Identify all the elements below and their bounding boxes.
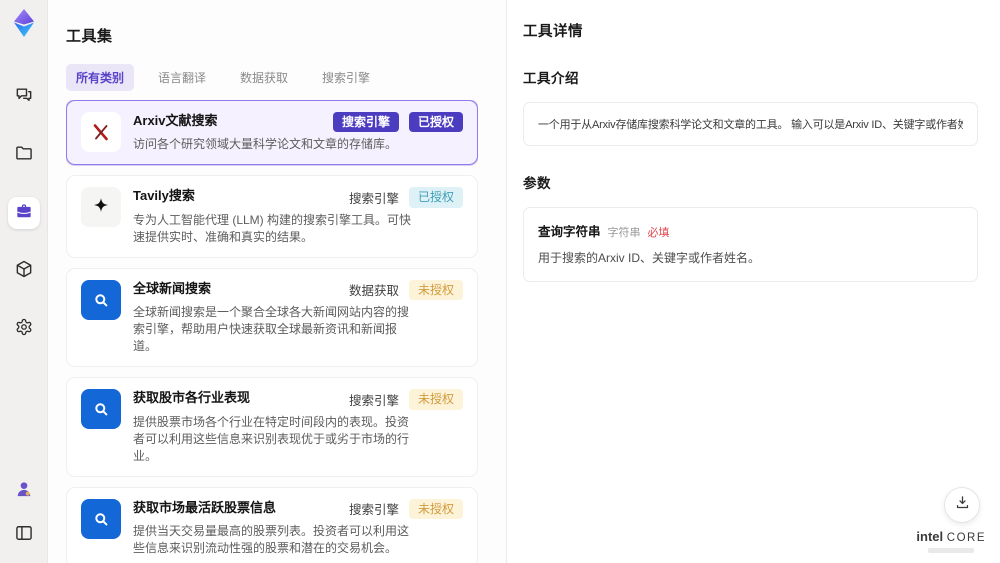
auth-status-badge: 未授权 xyxy=(408,498,463,519)
gear-icon xyxy=(14,317,34,342)
core-wordmark: CORE xyxy=(946,532,986,544)
folder-icon xyxy=(14,143,34,168)
intro-section-title: 工具介绍 xyxy=(523,71,579,86)
tool-detail-panel: 工具详情 工具介绍 一个用于从Arxiv存储库搜索科学论文和文章的工具。 输入可… xyxy=(506,0,1000,563)
intro-box: 一个用于从Arxiv存储库搜索科学论文和文章的工具。 输入可以是Arxiv ID… xyxy=(523,102,978,146)
sidebar-item-settings[interactable] xyxy=(8,313,40,345)
tab-all-categories[interactable]: 所有类别 xyxy=(66,64,135,91)
tool-category-label: 搜索引擎 xyxy=(348,192,399,207)
tool-card-tavily[interactable]: Tavily搜索 搜索引擎 已授权 专为人工智能代理 (LLM) 构建的搜索引擎… xyxy=(66,175,478,258)
sidebar-item-tools[interactable] xyxy=(7,197,40,229)
tool-name: Tavily搜索 xyxy=(133,188,195,204)
tool-name: 获取市场最活跃股票信息 xyxy=(133,499,277,515)
tab-data-acquisition[interactable]: 数据获取 xyxy=(230,64,298,91)
tool-description: 提供股票市场各个行业在特定时间段内的表现。投资者可以利用这些信息来识别表现优于或… xyxy=(133,414,410,463)
param-type: 字符串 xyxy=(607,227,641,239)
cube-icon xyxy=(14,259,34,284)
tool-category-label: 搜索引擎 xyxy=(348,503,399,518)
chat-icon xyxy=(14,85,34,110)
param-required-flag: 必填 xyxy=(647,227,670,239)
auth-status-badge: 未授权 xyxy=(408,389,463,410)
sparkle-icon xyxy=(81,187,121,228)
param-description: 用于搜索的Arxiv ID、关键字或作者姓名。 xyxy=(538,251,761,265)
tool-list: Arxiv文献搜索 搜索引擎 已授权 访问各个研究领域大量科学论文和文章的存储库… xyxy=(66,100,478,563)
tool-name: Arxiv文献搜索 xyxy=(133,113,218,128)
sidebar xyxy=(0,0,48,563)
user-avatar[interactable] xyxy=(8,475,40,507)
intro-text: 一个用于从Arxiv存储库搜索科学论文和文章的工具。 输入可以是Arxiv ID… xyxy=(538,119,963,131)
tab-search-engine[interactable]: 搜索引擎 xyxy=(312,64,380,91)
params-section-title: 参数 xyxy=(523,176,551,191)
app-window: 工具集 所有类别 语言翻译 数据获取 搜索引擎 Arxiv文献搜索 搜索引擎 已… xyxy=(0,0,1000,563)
parameter-item: 查询字符串 字符串 必填 用于搜索的Arxiv ID、关键字或作者姓名。 xyxy=(523,207,978,282)
collapse-sidebar-button[interactable] xyxy=(8,519,40,551)
auth-status-badge: 未授权 xyxy=(408,279,463,301)
stock-search-logo-icon xyxy=(81,498,121,539)
tool-name: 全球新闻搜索 xyxy=(133,280,212,296)
tool-card-arxiv[interactable]: Arxiv文献搜索 搜索引擎 已授权 访问各个研究领域大量科学论文和文章的存储库… xyxy=(66,100,478,166)
sidebar-item-files[interactable] xyxy=(8,139,40,171)
category-tabs: 所有类别 语言翻译 数据获取 搜索引擎 xyxy=(66,64,478,91)
tool-description: 提供当天交易量最高的股票列表。投资者可以利用这些信息来识别流动性强的股票和潜在的… xyxy=(133,523,410,555)
download-icon xyxy=(954,494,971,516)
tool-name: 获取股市各行业表现 xyxy=(133,390,251,406)
tool-card-stock-sector[interactable]: 获取股市各行业表现 搜索引擎 未授权 提供股票市场各个行业在特定时间段内的表现。… xyxy=(66,377,478,477)
briefcase-icon xyxy=(14,201,34,226)
intel-core-logo: intel CORE xyxy=(916,528,986,553)
auth-status-badge: 已授权 xyxy=(408,112,463,133)
sidebar-item-chat[interactable] xyxy=(8,81,40,113)
tool-card-global-news[interactable]: 全球新闻搜索 数据获取 未授权 全球新闻搜索是一个聚合全球各大新闻网站内容的搜索… xyxy=(66,267,478,368)
app-logo-icon xyxy=(8,7,40,39)
tool-category-badge: 搜索引擎 xyxy=(332,112,399,133)
tool-description: 专为人工智能代理 (LLM) 构建的搜索引擎工具。可快速提供实时、准确和真实的结… xyxy=(133,212,412,244)
param-name: 查询字符串 xyxy=(538,225,601,239)
user-icon xyxy=(14,479,34,504)
tab-language-translation[interactable]: 语言翻译 xyxy=(148,64,216,91)
intel-wordmark: intel xyxy=(916,529,944,544)
sidebar-item-packages[interactable] xyxy=(8,255,40,287)
tool-description: 全球新闻搜索是一个聚合全球各大新闻网站内容的搜索引擎，帮助用户快速获取全球最新资… xyxy=(133,305,410,354)
news-search-logo-icon xyxy=(81,279,121,320)
arxiv-logo-icon xyxy=(81,112,121,152)
panel-layout-icon xyxy=(14,523,34,548)
tool-description: 访问各个研究领域大量科学论文和文章的存储库。 xyxy=(133,137,398,152)
tool-card-active-stocks[interactable]: 获取市场最活跃股票信息 搜索引擎 未授权 提供当天交易量最高的股票列表。投资者可… xyxy=(66,486,478,563)
tool-category-label: 搜索引擎 xyxy=(348,393,399,408)
detail-title: 工具详情 xyxy=(523,24,583,40)
download-button[interactable] xyxy=(944,487,980,523)
tool-category-label: 数据获取 xyxy=(348,284,399,299)
auth-status-badge: 已授权 xyxy=(408,187,463,208)
intel-logo-subtext xyxy=(928,548,975,553)
stock-search-logo-icon xyxy=(81,389,121,430)
page-title: 工具集 xyxy=(66,28,113,45)
tools-panel: 工具集 所有类别 语言翻译 数据获取 搜索引擎 Arxiv文献搜索 搜索引擎 已… xyxy=(66,0,478,563)
